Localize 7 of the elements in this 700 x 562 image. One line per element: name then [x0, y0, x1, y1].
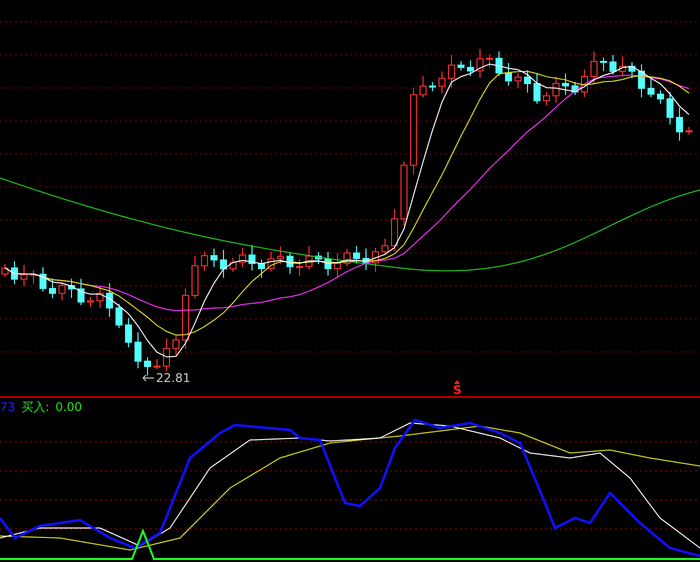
indicator-value: 0.00: [55, 400, 82, 414]
signal-letter: S: [453, 384, 462, 396]
arrow-icon: [142, 374, 154, 382]
low-price-label: 22.81: [156, 371, 190, 385]
indicator-name: 买入:: [21, 400, 50, 414]
up-triangle-icon: [454, 380, 460, 384]
indicator-value: 73: [0, 400, 16, 414]
